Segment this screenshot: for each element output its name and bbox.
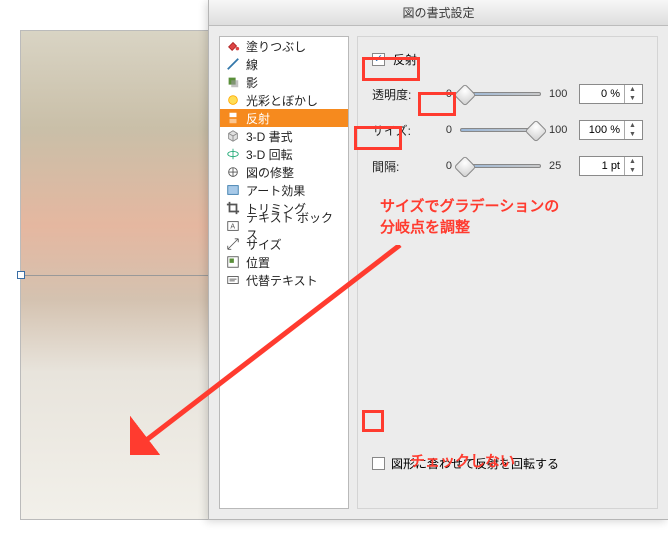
gap-input[interactable]	[580, 157, 624, 175]
paint-bucket-icon	[226, 39, 240, 53]
category-adjust-picture[interactable]: 図の修整	[220, 163, 348, 181]
reflection-checkbox-label: 反射	[393, 51, 417, 68]
category-label: 3-D 書式	[246, 128, 293, 145]
category-position[interactable]: 位置	[220, 253, 348, 271]
category-label: 位置	[246, 254, 270, 271]
rotate-with-shape-checkbox[interactable]	[372, 457, 385, 470]
gap-spinbox[interactable]: ▲▼	[579, 156, 643, 176]
rotate-with-shape-label: 図形に合わせて反射を回転する	[391, 455, 559, 472]
category-fill[interactable]: 塗りつぶし	[220, 37, 348, 55]
category-label: 影	[246, 74, 258, 91]
transparency-min: 0	[430, 88, 452, 100]
category-glow[interactable]: 光彩とぼかし	[220, 91, 348, 109]
stepper-up-icon[interactable]: ▲	[625, 121, 640, 130]
size-min: 0	[430, 124, 452, 136]
svg-text:A: A	[230, 224, 235, 231]
size-input[interactable]	[580, 121, 624, 139]
category-alt-text[interactable]: 代替テキスト	[220, 271, 348, 289]
stepper-down-icon[interactable]: ▼	[625, 166, 640, 175]
selection-handle-left[interactable]	[17, 271, 25, 279]
category-3d-rotation[interactable]: 3-D 回転	[220, 145, 348, 163]
position-icon	[226, 255, 240, 269]
reflection-checkbox[interactable]	[372, 53, 385, 66]
size-max: 100	[549, 124, 571, 136]
alt-text-icon	[226, 273, 240, 287]
gap-max: 25	[549, 160, 571, 172]
size-label: サイズ:	[372, 122, 422, 139]
cube-icon	[226, 129, 240, 143]
category-line[interactable]: 線	[220, 55, 348, 73]
category-artistic-effects[interactable]: アート効果	[220, 181, 348, 199]
category-label: 図の修整	[246, 164, 294, 181]
stepper-up-icon[interactable]: ▲	[625, 157, 640, 166]
transparency-input[interactable]	[580, 85, 624, 103]
adjust-icon	[226, 165, 240, 179]
gap-slider[interactable]	[460, 164, 541, 168]
reflection-settings-panel: 反射 透明度: 0 100 ▲▼ サイズ: 0 1	[357, 36, 658, 509]
gap-label: 間隔:	[372, 158, 422, 175]
transparency-spinbox[interactable]: ▲▼	[579, 84, 643, 104]
textbox-icon: A	[226, 219, 240, 233]
transparency-slider-thumb[interactable]	[454, 84, 477, 107]
category-label: 3-D 回転	[246, 146, 293, 163]
shadow-icon	[226, 75, 240, 89]
transparency-max: 100	[549, 88, 571, 100]
category-reflection[interactable]: 反射	[220, 109, 348, 127]
category-label: 代替テキスト	[246, 272, 318, 289]
size-slider-thumb[interactable]	[525, 120, 548, 143]
transparency-slider[interactable]	[460, 92, 541, 96]
category-label: 線	[246, 56, 258, 73]
size-icon	[226, 237, 240, 251]
stepper-down-icon[interactable]: ▼	[625, 130, 640, 139]
size-slider[interactable]	[460, 128, 541, 132]
rotate-3d-icon	[226, 147, 240, 161]
art-icon	[226, 183, 240, 197]
gap-slider-thumb[interactable]	[454, 156, 477, 179]
category-label: 反射	[246, 110, 270, 127]
stepper-down-icon[interactable]: ▼	[625, 94, 640, 103]
glow-icon	[226, 93, 240, 107]
gap-min: 0	[430, 160, 452, 172]
category-label: 塗りつぶし	[246, 38, 306, 55]
size-spinbox[interactable]: ▲▼	[579, 120, 643, 140]
category-shadow[interactable]: 影	[220, 73, 348, 91]
category-list: 塗りつぶし 線 影 光彩とぼかし 反射 3-D 書式	[219, 36, 349, 509]
category-3d-format[interactable]: 3-D 書式	[220, 127, 348, 145]
format-picture-dialog: 図の書式設定 塗りつぶし 線 影 光彩とぼかし 反射	[208, 0, 668, 520]
dialog-title: 図の書式設定	[209, 0, 668, 26]
category-label: アート効果	[246, 182, 305, 199]
category-text-box[interactable]: A テキスト ボックス	[220, 217, 348, 235]
transparency-label: 透明度:	[372, 86, 422, 103]
crop-icon	[226, 201, 240, 215]
line-icon	[226, 57, 240, 71]
category-label: 光彩とぼかし	[246, 92, 318, 109]
reflection-icon	[226, 111, 240, 125]
category-label: サイズ	[246, 236, 282, 253]
stepper-up-icon[interactable]: ▲	[625, 85, 640, 94]
